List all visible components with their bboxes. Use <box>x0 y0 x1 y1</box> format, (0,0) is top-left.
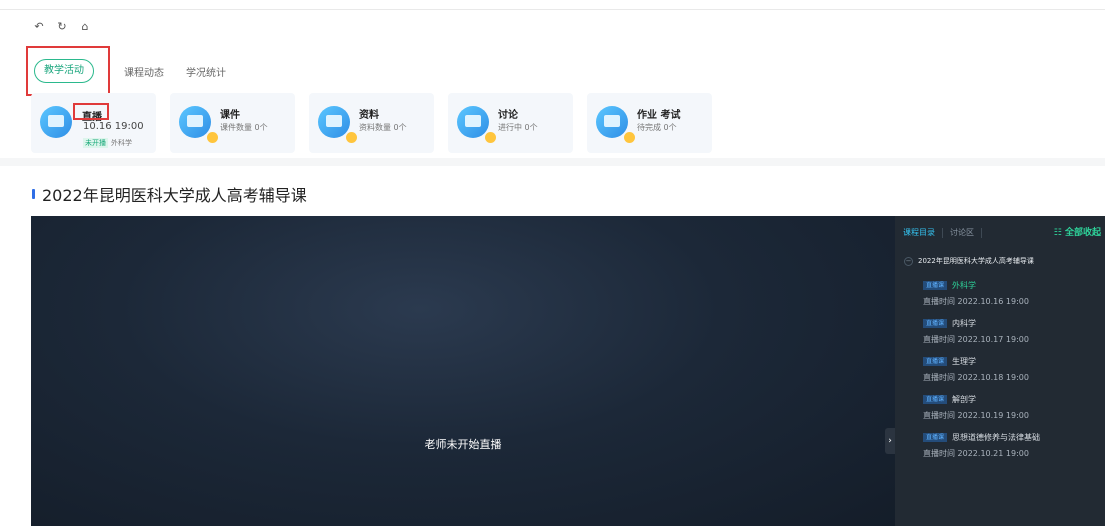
sidebar-toggle-chevron-icon[interactable]: › <box>885 428 895 454</box>
tab-course-catalog[interactable]: 课程目录 <box>903 227 942 238</box>
discussion-icon <box>457 106 496 143</box>
player-status-message: 老师未开始直播 <box>424 438 502 451</box>
tab-course-news[interactable]: 课程动态 <box>124 64 164 79</box>
lesson-item[interactable]: 直播课 解剖学 直播时间 2022.10.19 19:00 <box>923 394 1029 421</box>
materials-icon <box>318 106 357 143</box>
lesson-name: 内科学 <box>952 319 977 328</box>
collapse-all-label: 全部收起 <box>1064 228 1101 238</box>
refresh-icon[interactable]: ↻ <box>55 20 69 34</box>
materials-card-count: 资料数量 0个 <box>359 123 407 132</box>
materials-card-title: 资料 <box>359 110 379 121</box>
courseware-card-title: 课件 <box>220 110 240 121</box>
live-lesson-tag: 直播课 <box>923 319 948 328</box>
video-player[interactable]: 老师未开始直播 <box>31 216 895 526</box>
live-lesson-tag: 直播课 <box>923 281 948 290</box>
lesson-name: 外科学 <box>952 281 977 290</box>
tab-study-stats[interactable]: 学况统计 <box>186 64 226 79</box>
lesson-item[interactable]: 直播课 内科学 直播时间 2022.10.17 19:00 <box>923 318 1029 345</box>
courseware-card-count: 课件数量 0个 <box>220 123 268 132</box>
live-card-status: 未开播 外科学 <box>83 138 132 148</box>
homework-icon <box>596 106 635 143</box>
lesson-item[interactable]: 直播课 生理学 直播时间 2022.10.18 19:00 <box>923 356 1029 383</box>
live-highlight-box <box>73 103 109 120</box>
collapse-list-icon: ☷ <box>1053 228 1065 238</box>
discussion-card-title: 讨论 <box>498 110 518 121</box>
top-divider <box>0 9 1105 10</box>
discussion-card[interactable]: 讨论 进行中 0个 <box>448 93 573 153</box>
home-icon[interactable]: ⌂ <box>78 20 92 34</box>
lesson-time: 直播时间 2022.10.16 19:00 <box>923 297 1029 306</box>
courseware-icon <box>179 106 218 143</box>
homework-card-count: 待完成 0个 <box>637 123 677 132</box>
courseware-card[interactable]: 课件 课件数量 0个 <box>170 93 295 153</box>
live-card[interactable]: 直播 10.16 19:00 未开播 外科学 <box>31 93 156 153</box>
activity-cards: 直播 10.16 19:00 未开播 外科学 课件 课件数量 0个 资料 资料数… <box>31 93 712 153</box>
tab-discussion-area[interactable]: 讨论区 <box>943 227 981 238</box>
lesson-time: 直播时间 2022.10.19 19:00 <box>923 411 1029 420</box>
course-title: 2022年昆明医科大学成人高考辅导课 <box>42 186 307 205</box>
collapse-circle-icon: − <box>904 256 913 266</box>
homework-card[interactable]: 作业 考试 待完成 0个 <box>587 93 712 153</box>
catalog-group[interactable]: − 2022年昆明医科大学成人高考辅导课 <box>904 256 1034 266</box>
materials-card[interactable]: 资料 资料数量 0个 <box>309 93 434 153</box>
toolbar: ↶ ↻ ⌂ <box>32 20 92 34</box>
course-sidebar: 课程目录 讨论区 ☷ 全部收起 − 2022年昆明医科大学成人高考辅导课 直播课… <box>895 216 1105 526</box>
course-heading: 2022年昆明医科大学成人高考辅导课 <box>32 182 307 206</box>
undo-icon[interactable]: ↶ <box>32 20 46 34</box>
live-card-time: 10.16 19:00 <box>83 121 144 132</box>
lesson-name: 思想道德修养与法律基础 <box>952 433 1041 442</box>
lesson-name: 生理学 <box>952 357 977 366</box>
tab-divider <box>981 227 982 238</box>
collapse-all-button[interactable]: ☷ 全部收起 <box>1054 225 1101 238</box>
title-accent-bar <box>32 189 35 199</box>
catalog-group-title: 2022年昆明医科大学成人高考辅导课 <box>918 257 1034 265</box>
live-icon <box>40 106 72 138</box>
tab-teaching-activities[interactable]: 教学活动 <box>34 59 94 83</box>
live-lesson-tag: 直播课 <box>923 395 948 404</box>
live-lesson-tag: 直播课 <box>923 357 948 366</box>
lesson-time: 直播时间 2022.10.18 19:00 <box>923 373 1029 382</box>
live-card-subject: 外科学 <box>111 139 132 147</box>
discussion-card-count: 进行中 0个 <box>498 123 538 132</box>
lesson-item[interactable]: 直播课 思想道德修养与法律基础 直播时间 2022.10.21 19:00 <box>923 432 1040 459</box>
lesson-name: 解剖学 <box>952 395 977 404</box>
section-divider <box>0 158 1105 166</box>
lesson-item[interactable]: 直播课 外科学 直播时间 2022.10.16 19:00 <box>923 280 1029 307</box>
activity-tabs: 教学活动 课程动态 学况统计 <box>28 47 248 95</box>
lesson-time: 直播时间 2022.10.17 19:00 <box>923 335 1029 344</box>
sidebar-tabs: 课程目录 讨论区 <box>903 227 982 238</box>
homework-card-title: 作业 考试 <box>637 110 681 121</box>
live-lesson-tag: 直播课 <box>923 433 948 442</box>
lesson-time: 直播时间 2022.10.21 19:00 <box>923 449 1029 458</box>
not-started-badge: 未开播 <box>83 138 108 148</box>
